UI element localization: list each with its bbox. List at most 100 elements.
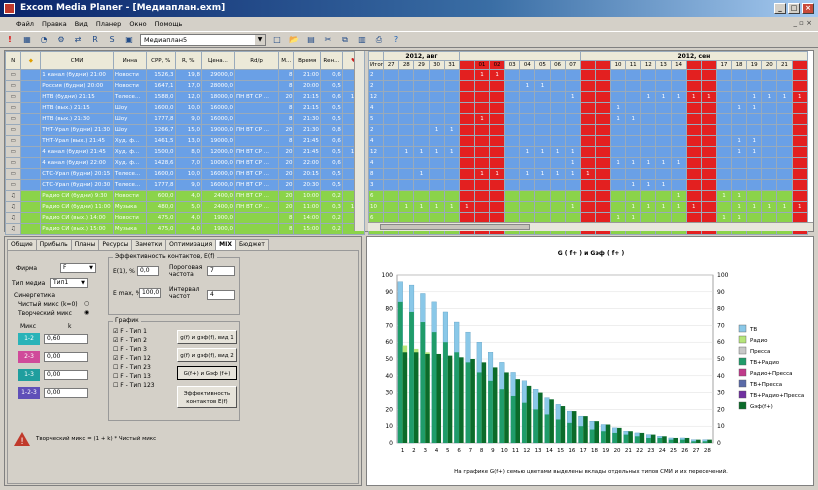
plan-cell[interactable] xyxy=(609,168,627,180)
cell-ren[interactable]: 0,5 xyxy=(319,146,343,158)
plan-cell[interactable]: 1 xyxy=(670,91,687,103)
plan-cell[interactable] xyxy=(564,80,581,92)
cell-ren[interactable]: 0,2 xyxy=(319,190,343,202)
plan-row[interactable]: 811111111 xyxy=(367,168,808,180)
day-header[interactable] xyxy=(579,60,596,70)
day-header[interactable]: 17 xyxy=(715,60,733,70)
plan-cell[interactable] xyxy=(413,102,430,114)
cell-price[interactable]: 29000,0 xyxy=(200,69,236,81)
column-header[interactable]: CPP, % xyxy=(145,51,176,70)
plan-cell[interactable]: 1 xyxy=(730,190,748,202)
plan-cell[interactable] xyxy=(458,168,475,180)
table-row[interactable]: ♫ Радио СИ (вых.) 15:00 Музыка 475,0 4,0 1900… xyxy=(4,223,366,235)
plan-cell[interactable] xyxy=(458,102,475,114)
plan-cell[interactable] xyxy=(700,201,717,213)
plan-cell[interactable] xyxy=(746,190,763,202)
plan-cell[interactable]: 1 xyxy=(655,157,672,169)
creative-mix-radio[interactable]: ◉ xyxy=(84,309,89,316)
mix-k-input-1[interactable]: 0,00 xyxy=(44,352,88,362)
cell-genre[interactable]: Новости xyxy=(112,80,147,92)
cell-empty[interactable] xyxy=(20,113,42,125)
cell-time[interactable]: 20:00 xyxy=(293,80,321,92)
plan-cell[interactable]: 1 xyxy=(398,201,415,213)
plan-cell[interactable] xyxy=(504,91,521,103)
cell-smi[interactable]: Россия (будни) 20:00 xyxy=(40,80,114,92)
plan-cell[interactable] xyxy=(504,113,521,125)
day-header[interactable]: 14 xyxy=(670,60,687,70)
day-header[interactable]: 28 xyxy=(398,60,415,70)
cell-empty[interactable] xyxy=(20,212,42,224)
plan-cell[interactable]: 1 xyxy=(413,201,430,213)
cell-price[interactable]: 19000,0 xyxy=(200,124,236,136)
cell-empty[interactable] xyxy=(20,179,42,191)
cell-genre[interactable]: Музыка xyxy=(112,201,147,213)
day-header[interactable]: 11 xyxy=(625,60,642,70)
cell-r[interactable]: 9,0 xyxy=(174,113,202,125)
plan-cell[interactable] xyxy=(700,146,717,158)
series-check-1[interactable]: ☑ F - Тип 2 xyxy=(113,337,147,345)
plan-cell[interactable] xyxy=(383,201,400,213)
plan-cell[interactable] xyxy=(564,113,581,125)
plan-cell[interactable] xyxy=(655,124,672,136)
cell-rdp[interactable] xyxy=(233,113,280,125)
plan-cell[interactable] xyxy=(549,179,566,191)
plan-cell[interactable] xyxy=(609,69,627,81)
plan-cell[interactable] xyxy=(579,157,596,169)
cell-smi[interactable]: НТВ (вых.) 21:30 xyxy=(40,113,114,125)
plan-cell[interactable] xyxy=(488,201,506,213)
day-header[interactable]: 18 xyxy=(730,60,748,70)
cell-time[interactable]: 21:45 xyxy=(293,146,321,158)
row-checkbox[interactable]: ♫ xyxy=(4,201,22,213)
plan-cell[interactable] xyxy=(443,190,460,202)
plan-cell[interactable] xyxy=(715,124,733,136)
plan-cell[interactable] xyxy=(564,190,581,202)
plan-cell[interactable]: 1 xyxy=(609,113,627,125)
plan-cell[interactable] xyxy=(776,113,793,125)
day-header[interactable]: 19 xyxy=(746,60,763,70)
plan-cell[interactable] xyxy=(579,146,596,158)
day-header[interactable]: 31 xyxy=(443,60,460,70)
table-row[interactable]: ▭ НТВ (вых.) 21:30 Шоу 1777,8 9,0 16000,0 8 21:… xyxy=(4,113,366,125)
plan-cell[interactable] xyxy=(715,168,733,180)
plan-cell[interactable] xyxy=(685,102,702,114)
cell-cpp[interactable]: 480,0 xyxy=(145,201,176,213)
plan-cell[interactable] xyxy=(504,124,521,136)
cell-price[interactable]: 28000,0 xyxy=(200,80,236,92)
cell-ren[interactable]: 0,8 xyxy=(319,124,343,136)
cell-price[interactable]: 12000,0 xyxy=(200,146,236,158)
plan-cell[interactable] xyxy=(700,179,717,191)
plan-cell[interactable] xyxy=(534,102,551,114)
tab-2[interactable]: Планы xyxy=(70,239,100,250)
cell-empty[interactable] xyxy=(20,223,42,235)
cell-ren[interactable]: 0,6 xyxy=(319,91,343,103)
plan-cell[interactable] xyxy=(383,146,400,158)
minimize-button[interactable]: _ xyxy=(774,3,786,14)
row-checkbox[interactable]: ▭ xyxy=(4,146,22,158)
cell-r[interactable]: 8,0 xyxy=(174,146,202,158)
plan-cell[interactable] xyxy=(564,179,581,191)
cell-m[interactable]: 20 xyxy=(278,91,295,103)
plan-cell[interactable] xyxy=(730,69,748,81)
day-header[interactable]: 05 xyxy=(534,60,551,70)
plan-cell[interactable] xyxy=(776,69,793,81)
cell-rdp[interactable] xyxy=(233,102,280,114)
cell-price[interactable]: 18000,0 xyxy=(200,91,236,103)
plan-cell[interactable] xyxy=(443,102,460,114)
plan-cell[interactable] xyxy=(640,135,657,147)
cell-genre[interactable]: Шоу xyxy=(112,124,147,136)
table-row[interactable]: ▭ НТВ (будни) 21:15 Телесе... 1588,0 12,0 180… xyxy=(4,91,366,103)
cell-m[interactable]: 8 xyxy=(278,113,295,125)
cell-empty[interactable] xyxy=(20,91,42,103)
firm-select[interactable]: F ▼ xyxy=(60,263,96,273)
plan-cell[interactable]: 1 xyxy=(549,168,566,180)
plan-cell[interactable]: 1 xyxy=(655,201,672,213)
cell-genre[interactable]: Худ. ф... xyxy=(112,157,147,169)
plan-cell[interactable] xyxy=(398,157,415,169)
cell-rdp[interactable]: ПН ВТ СР ... xyxy=(233,146,280,158)
plan-cell[interactable] xyxy=(625,69,642,81)
plan-cell[interactable] xyxy=(776,135,793,147)
plan-cell[interactable] xyxy=(579,102,596,114)
plan-cell[interactable] xyxy=(504,135,521,147)
new-icon[interactable]: □ xyxy=(271,34,283,46)
plan-cell[interactable] xyxy=(383,69,400,81)
